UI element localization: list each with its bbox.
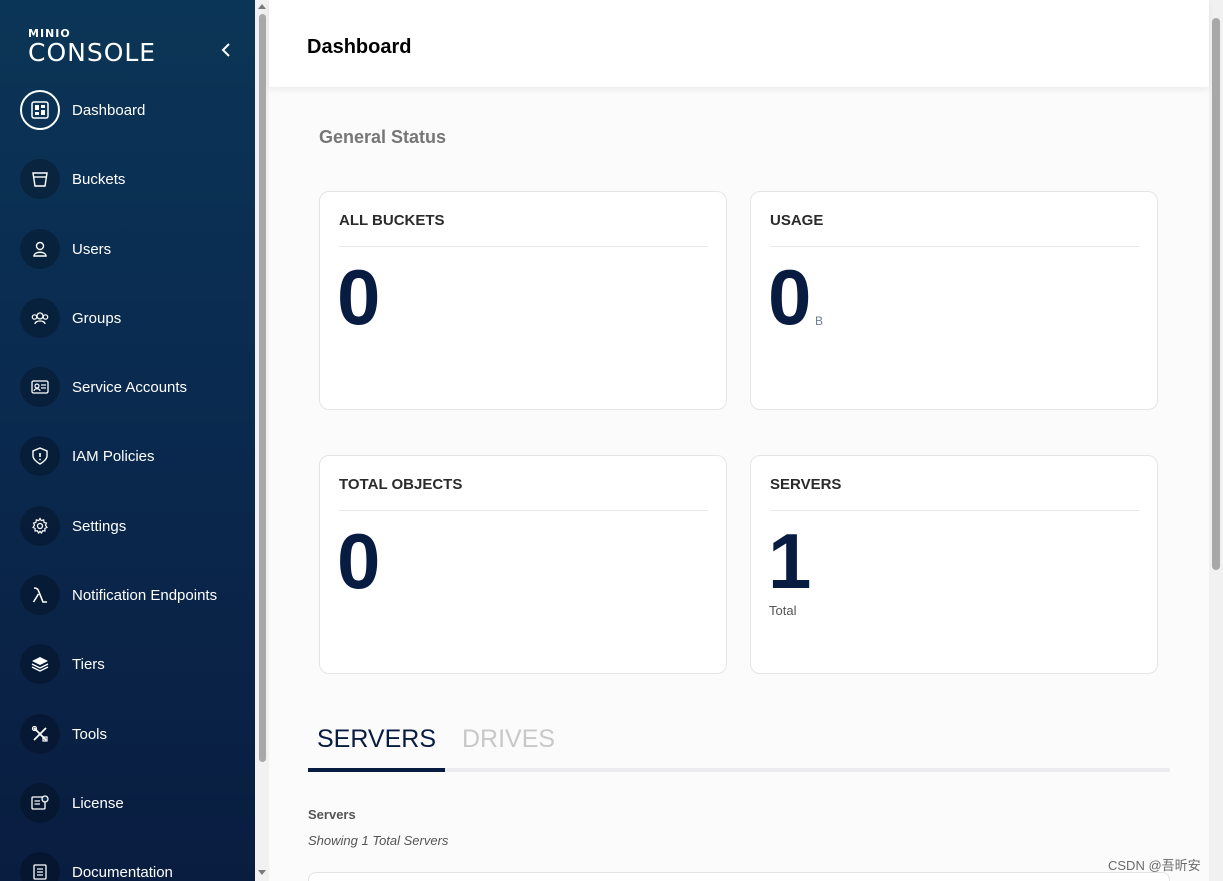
- card-label: SERVERS: [770, 476, 1139, 511]
- user-icon: [20, 229, 60, 269]
- total-objects-card: TOTAL OBJECTS 0: [319, 455, 727, 674]
- sidebar-item-license[interactable]: License: [20, 783, 252, 823]
- sidebar-item-iam-policies[interactable]: IAM Policies: [20, 436, 252, 476]
- sidebar-item-documentation[interactable]: Documentation: [20, 852, 252, 881]
- sidebar-item-label: Service Accounts: [72, 378, 188, 396]
- card-value: 0: [337, 253, 381, 341]
- sidebar: MINIO CONSOLE Dashboard Buckets Users Gr…: [0, 0, 255, 881]
- servers-count-text: Showing 1 Total Servers: [308, 833, 449, 848]
- lambda-icon: [20, 575, 60, 615]
- id-card-icon: [20, 367, 60, 407]
- sidebar-item-label: Documentation: [72, 863, 173, 881]
- all-buckets-card: ALL BUCKETS 0: [319, 191, 727, 410]
- sidebar-item-label: Buckets: [72, 170, 126, 188]
- sidebar-item-label: Notification Endpoints: [72, 586, 218, 604]
- layers-icon: [20, 644, 60, 684]
- sidebar-item-dashboard[interactable]: Dashboard: [20, 90, 252, 130]
- sidebar-item-label: Settings: [72, 517, 127, 535]
- usage-card: USAGE 0 B: [750, 191, 1158, 410]
- sidebar-item-label: Users: [72, 240, 112, 258]
- general-status-title: General Status: [319, 127, 447, 147]
- page-header: Dashboard: [269, 0, 1209, 87]
- sidebar-item-label: Groups: [72, 309, 122, 327]
- watermark: CSDN @吾昕安: [1108, 858, 1201, 873]
- card-subtitle: Total: [769, 603, 797, 618]
- sidebar-item-tools[interactable]: Tools: [20, 714, 252, 754]
- sidebar-item-label: Dashboard: [72, 101, 146, 119]
- sidebar-item-label: Tools: [72, 725, 108, 743]
- scroll-down-arrow-icon[interactable]: [258, 870, 266, 875]
- minio-logo[interactable]: MINIO CONSOLE: [28, 28, 156, 66]
- sidebar-item-groups[interactable]: Groups: [20, 298, 252, 338]
- servers-section-label: Servers: [308, 807, 356, 822]
- sidebar-item-notification-endpoints[interactable]: Notification Endpoints: [20, 575, 252, 615]
- tab-bar: SERVERS DRIVES: [308, 725, 1170, 772]
- license-icon: [20, 783, 60, 823]
- card-label: USAGE: [770, 212, 1139, 247]
- sidebar-item-tiers[interactable]: Tiers: [20, 644, 252, 684]
- sidebar-item-label: Tiers: [72, 655, 105, 673]
- card-label: TOTAL OBJECTS: [339, 476, 708, 511]
- sidebar-scrollbar-thumb[interactable]: [259, 14, 266, 762]
- tab-servers[interactable]: SERVERS: [308, 725, 445, 772]
- card-value: 0: [337, 517, 381, 605]
- gear-icon: [20, 506, 60, 546]
- card-unit: B: [815, 314, 824, 328]
- sidebar-item-buckets[interactable]: Buckets: [20, 159, 252, 199]
- sidebar-item-service-accounts[interactable]: Service Accounts: [20, 367, 252, 407]
- sidebar-item-label: License: [72, 794, 124, 812]
- groups-icon: [20, 298, 60, 338]
- tools-icon: [20, 714, 60, 754]
- main-scrollbar[interactable]: [1209, 0, 1223, 881]
- shield-icon: [20, 436, 60, 476]
- scroll-up-arrow-icon[interactable]: [258, 4, 266, 9]
- sidebar-scrollbar[interactable]: [255, 0, 269, 881]
- collapse-sidebar-button[interactable]: [216, 40, 236, 60]
- tab-drives[interactable]: DRIVES: [462, 725, 555, 754]
- card-label: ALL BUCKETS: [339, 212, 708, 247]
- logo-big-text: CONSOLE: [28, 38, 157, 67]
- sidebar-item-settings[interactable]: Settings: [20, 506, 252, 546]
- sidebar-item-label: IAM Policies: [72, 447, 155, 465]
- servers-card: SERVERS 1 Total: [750, 455, 1158, 674]
- chevron-left-icon: [221, 43, 230, 57]
- server-list-card[interactable]: [308, 872, 1170, 881]
- sidebar-item-users[interactable]: Users: [20, 229, 252, 269]
- dashboard-icon: [20, 90, 60, 130]
- document-icon: [20, 852, 60, 881]
- card-value: 0: [768, 253, 812, 341]
- bucket-icon: [20, 159, 60, 199]
- card-value: 1: [768, 517, 812, 605]
- main-scrollbar-thumb[interactable]: [1212, 18, 1220, 570]
- page-title: Dashboard: [307, 36, 412, 58]
